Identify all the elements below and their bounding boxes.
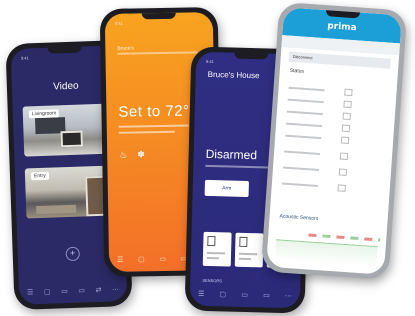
menu-icon[interactable]: ☰	[198, 290, 204, 298]
settings-row[interactable]	[282, 164, 381, 179]
camera-icon[interactable]: ▭	[241, 291, 248, 299]
row-label	[286, 110, 323, 116]
automation-icon[interactable]: ⇄	[95, 286, 101, 294]
notch	[47, 46, 82, 54]
panel-icon[interactable]: ▭	[263, 291, 270, 299]
acoustic-sensors-heading: Acoustic Sensors	[279, 213, 319, 223]
card-text-line	[206, 256, 219, 260]
row-label	[284, 150, 321, 156]
menu-icon[interactable]: ☰	[27, 288, 34, 296]
device-icon[interactable]: ▢	[138, 255, 145, 263]
product-photo-scene: 9:41 Video Livingroom Entry + ☰ ▢ ▭ ▭ ⇄ …	[0, 0, 415, 316]
status-bar: 9:41	[206, 58, 214, 65]
row-label	[285, 134, 322, 140]
row-value	[341, 124, 351, 133]
camera-feed-entry[interactable]: Entry	[24, 165, 115, 219]
arm-button[interactable]: Arm	[204, 179, 249, 198]
menu-icon[interactable]: ☰	[117, 256, 123, 264]
row-value	[343, 100, 352, 109]
camera-label: Livingroom	[28, 109, 60, 119]
thermostat-detail-line	[118, 130, 175, 134]
card-text-line	[239, 252, 258, 256]
row-label	[287, 98, 324, 104]
chart-legend	[308, 233, 381, 242]
row-value	[337, 184, 346, 192]
sensor-card[interactable]	[234, 232, 264, 268]
home-title: Bruce's House	[207, 69, 260, 81]
settings-row[interactable]	[285, 132, 383, 147]
sensors-label: SENSORS	[202, 277, 222, 284]
settings-row[interactable]	[281, 179, 380, 194]
thermostat-setpoint: Set to 72°	[118, 102, 190, 121]
thermostat-subtext-line	[117, 51, 198, 55]
door-sensor-icon	[207, 235, 216, 247]
alarm-state: Disarmed	[205, 146, 258, 163]
heat-icon[interactable]: ♨	[119, 149, 137, 159]
notch	[141, 12, 176, 20]
card-text-line	[207, 251, 226, 255]
thermostat-detail-line	[118, 124, 189, 128]
row-value	[339, 152, 349, 161]
phone-prima: prima Disconnect Status Acoustic Sensors	[260, 1, 408, 281]
thermostat-name: Bruce's	[117, 45, 134, 52]
phone-prima-screen: prima Disconnect Status Acoustic Sensors	[266, 7, 402, 275]
bottom-tab-bar: ☰ ▢ ▭ ▭ ⋯	[198, 290, 292, 300]
camera-icon[interactable]: ▭	[159, 255, 166, 263]
row-value	[342, 112, 351, 121]
camera-icon[interactable]: ▭	[61, 287, 68, 295]
rug-shape	[36, 204, 77, 215]
row-label	[282, 166, 320, 172]
status-bar: 9:41	[20, 55, 29, 61]
door-sensor-icon	[239, 236, 248, 248]
card-text-line	[238, 257, 251, 261]
device-icon[interactable]: ▢	[44, 288, 51, 296]
row-value	[344, 88, 353, 97]
device-icon[interactable]: ▢	[219, 290, 226, 298]
notch	[234, 52, 269, 60]
sensor-chart	[274, 239, 378, 268]
camera-label: Entry	[30, 171, 49, 181]
row-label	[286, 122, 323, 128]
camera-feed-livingroom[interactable]: Livingroom	[22, 103, 113, 157]
row-value	[340, 136, 350, 145]
panel-icon[interactable]: ▭	[78, 287, 85, 295]
brand-logo: prima	[326, 21, 357, 34]
sensor-card[interactable]	[202, 231, 232, 267]
status-bar: 9:41	[114, 20, 123, 26]
settings-row[interactable]	[284, 148, 382, 163]
row-value	[338, 168, 348, 176]
row-label	[288, 86, 325, 92]
row-label	[281, 182, 318, 187]
add-camera-button[interactable]: +	[65, 246, 80, 262]
fireplace-shape	[60, 130, 83, 148]
mode-icons: ♨✽	[119, 149, 155, 161]
more-icon[interactable]: ⋯	[112, 285, 119, 293]
more-icon[interactable]: ⋯	[285, 292, 292, 300]
bottom-tab-bar: ☰ ▢ ▭ ▭ ⇄ ⋯	[27, 285, 119, 296]
section-header[interactable]: Disconnect	[288, 51, 391, 69]
subheading: Status	[289, 67, 305, 75]
fan-icon[interactable]: ✽	[137, 149, 155, 159]
